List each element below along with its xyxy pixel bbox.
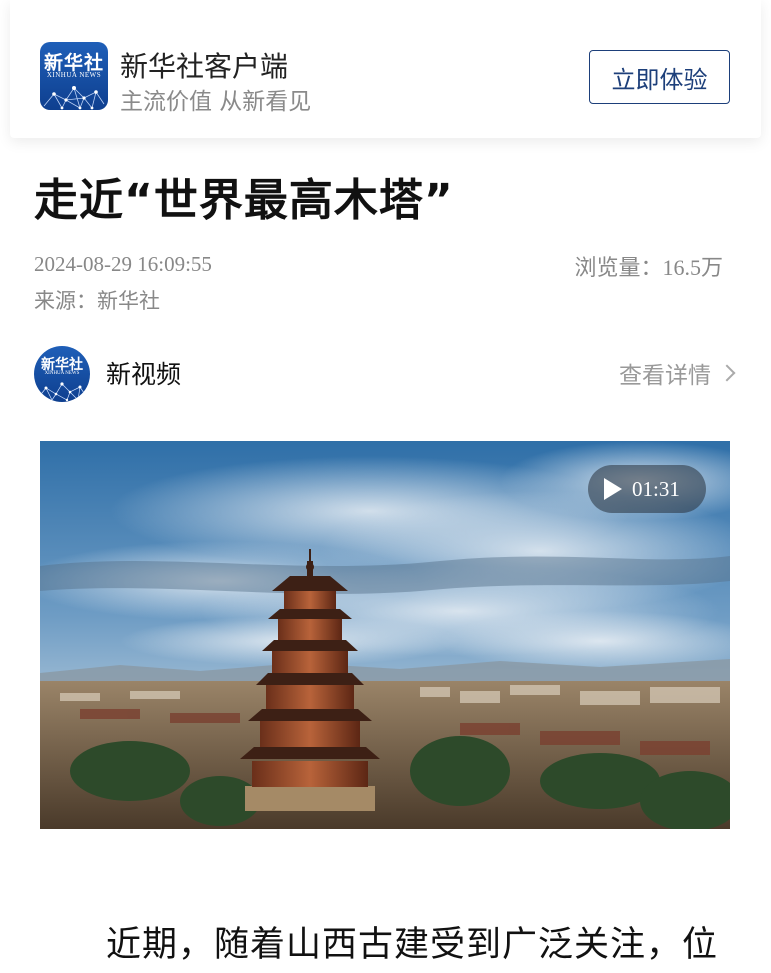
logo-en-text: XINHUA NEWS bbox=[46, 71, 102, 79]
video-player[interactable]: 01:31 bbox=[40, 441, 730, 829]
view-details-label: 查看详情 bbox=[619, 363, 711, 389]
channel-avatar[interactable]: 新华社 XINHUA NEWS bbox=[34, 346, 90, 402]
article-body-paragraph: 近期，随着山西古建受到广泛关注，位 bbox=[106, 925, 719, 965]
app-slogan: 主流价值 从新看见 bbox=[120, 89, 312, 115]
article-source: 来源：新华社 bbox=[34, 289, 160, 313]
publish-datetime: 2024-08-29 16:09:55 bbox=[34, 252, 212, 276]
app-name: 新华社客户端 bbox=[120, 50, 289, 83]
video-duration: 01:31 bbox=[632, 476, 680, 501]
app-download-banner: 新华社 XINHUA NEWS 新华社客户端 主流价值 从新看见 立即体验 bbox=[10, 0, 761, 138]
view-count-value: 16.5万 bbox=[662, 255, 723, 280]
network-graphic-icon bbox=[43, 86, 105, 110]
article-title: 走近“世界最高木塔” bbox=[34, 175, 454, 226]
xinhua-app-logo: 新华社 XINHUA NEWS bbox=[40, 42, 108, 110]
play-icon bbox=[604, 478, 622, 500]
view-count-label: 浏览量： bbox=[574, 256, 663, 281]
duration-badge[interactable]: 01:31 bbox=[588, 465, 706, 513]
try-now-button[interactable]: 立即体验 bbox=[589, 50, 730, 104]
avatar-en-text: XINHUA NEWS bbox=[44, 371, 80, 376]
network-graphic-icon bbox=[37, 382, 87, 402]
channel-name[interactable]: 新视频 bbox=[106, 355, 181, 391]
view-count: 浏览量：16.5万 bbox=[574, 250, 723, 282]
chevron-right-icon bbox=[718, 364, 736, 382]
view-details-link[interactable]: 查看详情 bbox=[619, 356, 736, 390]
